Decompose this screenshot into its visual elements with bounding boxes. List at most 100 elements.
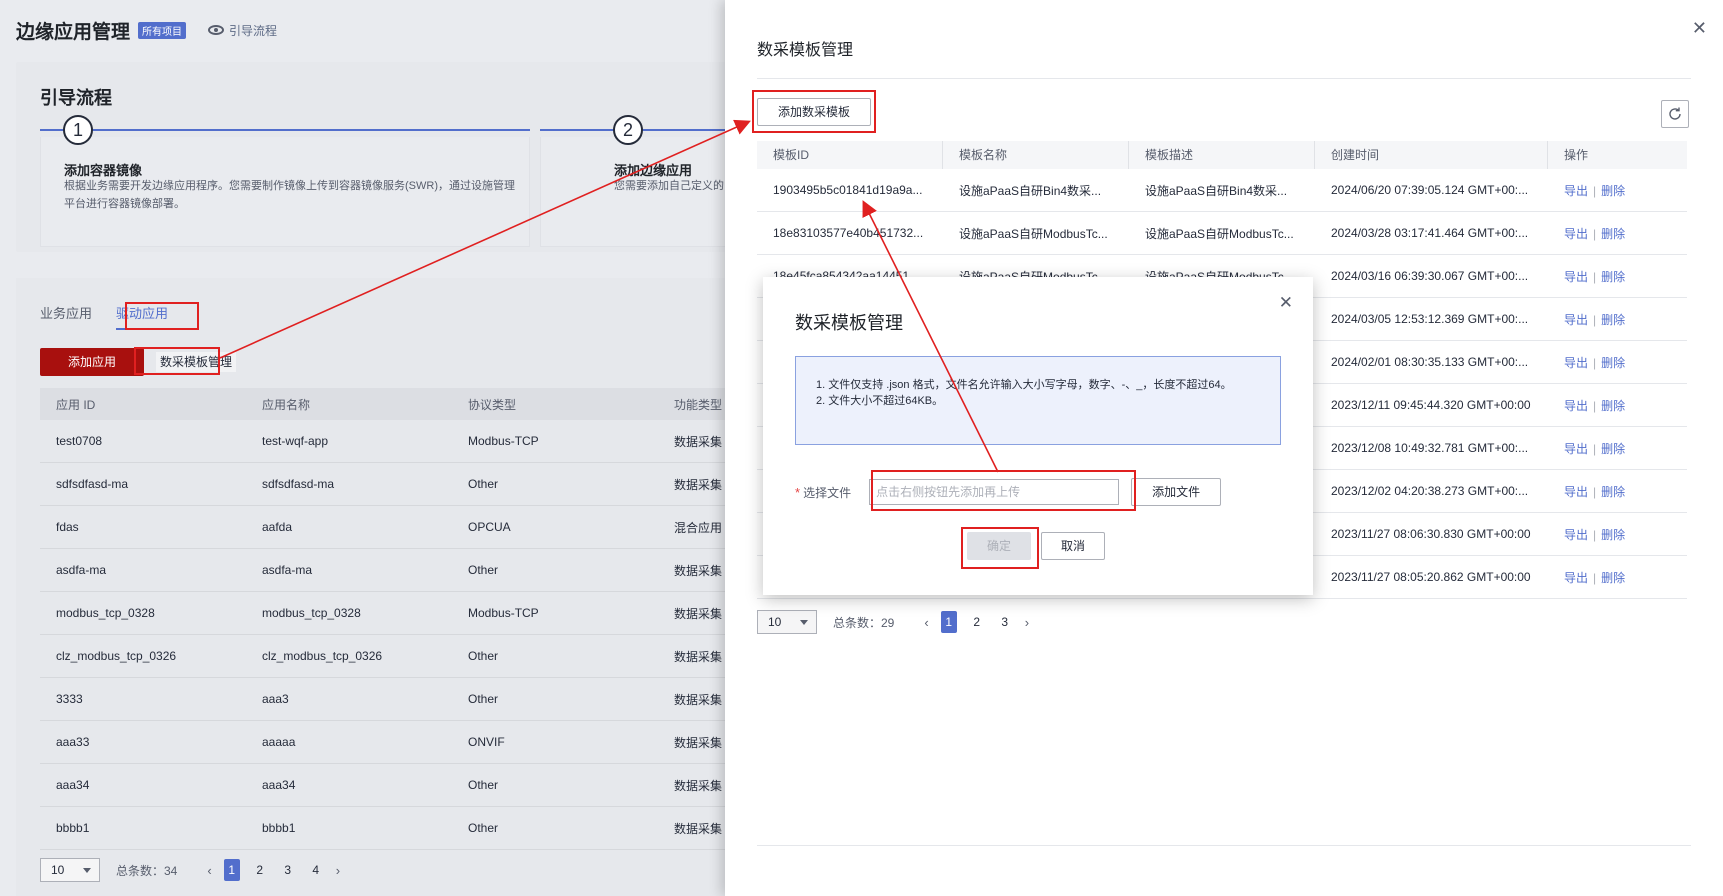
header-app-name: 应用名称 xyxy=(262,397,311,412)
template-management-button[interactable]: 数采模板管理 xyxy=(156,352,237,372)
project-badge: 所有项目 xyxy=(138,21,187,39)
table-row[interactable]: bbbb1 bbbb1 Other 数据采集 xyxy=(40,807,776,850)
table-cell: asdfa-ma xyxy=(56,563,107,577)
table-row[interactable]: test0708 test-wqf-app Modbus-TCP 数据采集 xyxy=(40,420,776,463)
table-cell: asdfa-ma xyxy=(262,563,313,577)
export-link[interactable]: 导出 xyxy=(1564,270,1588,284)
page-size-select[interactable]: 10 xyxy=(40,858,100,882)
table-cell: bbbb1 xyxy=(56,821,90,835)
row-actions: 导出 | 删除 xyxy=(1548,440,1687,457)
table-row[interactable]: aaa34 aaa34 Other 数据采集 xyxy=(40,764,776,807)
chevron-right-icon[interactable]: › xyxy=(336,863,340,878)
table-cell: Modbus-TCP xyxy=(468,606,539,620)
row-actions: 导出 | 删除 xyxy=(1548,354,1687,371)
action-separator: | xyxy=(1593,355,1597,370)
export-link[interactable]: 导出 xyxy=(1564,571,1588,585)
page-title: 边缘应用管理 xyxy=(16,21,131,43)
step-number-2: 2 xyxy=(613,115,643,145)
row-actions: 导出 | 删除 xyxy=(1548,526,1687,543)
table-cell: 2024/06/20 07:39:05.124 GMT+00:... xyxy=(1331,183,1529,197)
page-number[interactable]: 3 xyxy=(997,611,1013,633)
page-number[interactable]: 1 xyxy=(940,611,957,633)
delete-link[interactable]: 删除 xyxy=(1601,399,1625,413)
action-separator: | xyxy=(1593,269,1597,284)
table-cell: aaa3 xyxy=(262,692,289,706)
action-separator: | xyxy=(1593,527,1597,542)
table-row[interactable]: sdfsdfasd-ma sdfsdfasd-ma Other 数据采集 xyxy=(40,463,776,506)
export-link[interactable]: 导出 xyxy=(1564,227,1588,241)
close-icon[interactable]: ✕ xyxy=(1692,18,1707,39)
delete-link[interactable]: 删除 xyxy=(1601,270,1625,284)
delete-link[interactable]: 删除 xyxy=(1601,571,1625,585)
add-file-button[interactable]: 添加文件 xyxy=(1131,478,1222,506)
refresh-button[interactable] xyxy=(1661,100,1689,128)
page-number[interactable]: 1 xyxy=(223,859,240,881)
delete-link[interactable]: 删除 xyxy=(1601,528,1625,542)
action-separator: | xyxy=(1593,183,1597,198)
table-cell: 2024/03/28 03:17:41.464 GMT+00:... xyxy=(1331,226,1529,240)
export-link[interactable]: 导出 xyxy=(1564,528,1588,542)
delete-link[interactable]: 删除 xyxy=(1601,356,1625,370)
delete-link[interactable]: 删除 xyxy=(1601,313,1625,327)
table-row[interactable]: clz_modbus_tcp_0326 clz_modbus_tcp_0326 Ot… xyxy=(40,635,776,678)
drawer-divider xyxy=(757,78,1691,79)
delete-link[interactable]: 删除 xyxy=(1601,485,1625,499)
table-cell: 设施aPaaS自研Bin4数采... xyxy=(1145,183,1288,198)
export-link[interactable]: 导出 xyxy=(1564,399,1588,413)
table-cell: test0708 xyxy=(56,434,103,448)
apps-table-body: test0708 test-wqf-app Modbus-TCP 数据采集 sdfsdf… xyxy=(40,420,776,850)
table-cell: modbus_tcp_0328 xyxy=(262,606,361,620)
chevron-left-icon[interactable]: ‹ xyxy=(924,615,928,630)
tab-business-apps[interactable]: 业务应用 xyxy=(40,303,92,330)
file-input[interactable] xyxy=(869,479,1120,505)
export-link[interactable]: 导出 xyxy=(1564,356,1588,370)
action-separator: | xyxy=(1593,570,1597,585)
table-cell: Modbus-TCP xyxy=(468,434,539,448)
export-link[interactable]: 导出 xyxy=(1564,485,1588,499)
table-row[interactable]: 3333 aaa3 Other 数据采集 xyxy=(40,678,776,721)
page-number[interactable]: 3 xyxy=(280,859,296,881)
guide-link[interactable]: 引导流程 xyxy=(208,22,277,39)
table-cell: aaa33 xyxy=(56,735,90,749)
file-form-row: * 选择文件 添加文件 xyxy=(795,478,1222,506)
table-row[interactable]: fdas aafda OPCUA 混合应用 xyxy=(40,506,776,549)
export-link[interactable]: 导出 xyxy=(1564,184,1588,198)
close-icon[interactable]: ✕ xyxy=(1279,293,1293,313)
page-number[interactable]: 2 xyxy=(969,611,985,633)
step-line-1 xyxy=(40,129,530,131)
delete-link[interactable]: 删除 xyxy=(1601,442,1625,456)
table-cell: modbus_tcp_0328 xyxy=(56,606,155,620)
chevron-left-icon[interactable]: ‹ xyxy=(207,863,211,878)
table-cell: aaa34 xyxy=(56,778,90,792)
table-row[interactable]: modbus_tcp_0328 modbus_tcp_0328 Modbus-TCP… xyxy=(40,592,776,635)
export-link[interactable]: 导出 xyxy=(1564,313,1588,327)
table-row[interactable]: asdfa-ma asdfa-ma Other 数据采集 xyxy=(40,549,776,592)
delete-link[interactable]: 删除 xyxy=(1601,184,1625,198)
confirm-button[interactable]: 确定 xyxy=(967,532,1031,560)
step-desc-1: 根据业务需要开发边缘应用程序。您需要制作镜像上传到容器镜像服务(SWR)，通过设… xyxy=(64,180,515,210)
table-cell: Other xyxy=(468,821,499,835)
page-number[interactable]: 4 xyxy=(308,859,324,881)
header-protocol: 协议类型 xyxy=(468,397,517,412)
header-app-id: 应用 ID xyxy=(56,397,96,412)
page-size-select[interactable]: 10 xyxy=(757,610,817,634)
chevron-right-icon[interactable]: › xyxy=(1025,615,1029,630)
row-actions: 导出 | 删除 xyxy=(1548,397,1687,414)
action-separator: | xyxy=(1593,484,1597,499)
row-actions: 导出 | 删除 xyxy=(1548,569,1687,586)
tab-driver-apps[interactable]: 驱动应用 xyxy=(116,303,169,330)
add-template-button[interactable]: 添加数采模板 xyxy=(757,98,871,126)
page-number[interactable]: 2 xyxy=(252,859,268,881)
cancel-button[interactable]: 取消 xyxy=(1041,532,1105,560)
table-cell: 1903495b5c01841d19a9a... xyxy=(773,183,923,197)
page-nav: ‹ 1 2 3 4 › xyxy=(207,859,340,881)
table-cell: aaa34 xyxy=(262,778,296,792)
table-cell: 2024/03/05 12:53:12.369 GMT+00:... xyxy=(1331,312,1529,326)
delete-link[interactable]: 删除 xyxy=(1601,227,1625,241)
header-template-name: 模板名称 xyxy=(943,141,1129,169)
row-actions: 导出 | 删除 xyxy=(1548,182,1687,199)
add-app-button[interactable]: 添加应用 xyxy=(40,348,144,376)
export-link[interactable]: 导出 xyxy=(1564,442,1588,456)
table-row[interactable]: aaa33 aaaaa ONVIF 数据采集 xyxy=(40,721,776,764)
header-created-time: 创建时间 xyxy=(1315,141,1548,169)
